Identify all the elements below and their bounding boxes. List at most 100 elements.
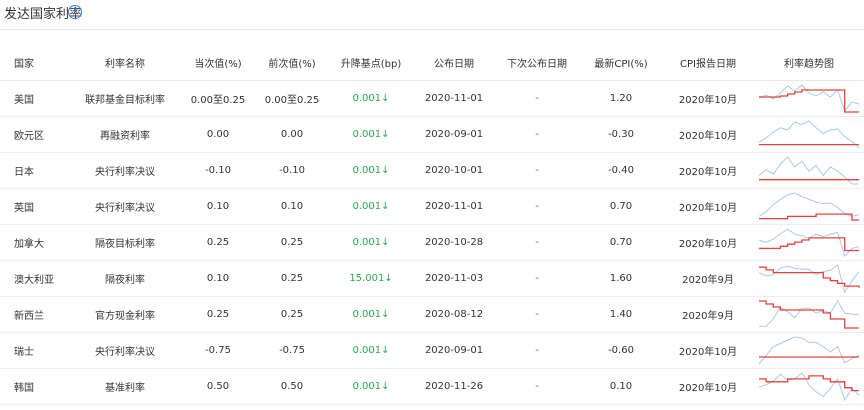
col-header-date[interactable]: 公布日期 bbox=[414, 44, 494, 81]
table-row[interactable]: 瑞士 央行利率决议 -0.75 -0.75 0.001↓ 2020-09-01- -0.60… bbox=[0, 332, 864, 369]
rate-series-line bbox=[759, 237, 859, 252]
table-row[interactable]: 欧元区 再融资利率 0.00 0.00 0.001↓ 2020-09-01- -0.30 20… bbox=[0, 116, 864, 153]
cell-publish-date: 2020-09-01 bbox=[414, 332, 494, 369]
table-row[interactable]: 澳大利亚 隔夜利率 0.10 0.25 15.001↓ 2020-11-03-1.60 20… bbox=[0, 260, 864, 297]
col-header-change[interactable]: 升降基点(bp) bbox=[328, 44, 414, 81]
cell-previous-value: -0.10 bbox=[256, 152, 328, 189]
table-row[interactable]: 英国 央行利率决议 0.10 0.10 0.001↓ 2020-11-01-0.70 202… bbox=[0, 188, 864, 225]
rate-trend-sparkline[interactable] bbox=[757, 263, 861, 294]
cpi-series-line bbox=[758, 120, 860, 149]
rate-series-line bbox=[759, 213, 859, 221]
cell-next-publish-date: - bbox=[494, 368, 580, 405]
cell-change-bp: 0.001↓ bbox=[328, 332, 414, 369]
table-row[interactable]: 韩国 基准利率 0.50 0.50 0.001↓ 2020-11-26-0.10 2020年… bbox=[0, 368, 864, 405]
cell-trend-chart[interactable] bbox=[754, 152, 864, 189]
cell-rate-name: 联邦基金目标利率 bbox=[70, 80, 180, 117]
cell-country: 欧元区 bbox=[0, 116, 70, 153]
cell-publish-date: 2020-10-01 bbox=[414, 152, 494, 189]
rate-series-line bbox=[759, 375, 859, 392]
cell-trend-chart[interactable] bbox=[754, 332, 864, 369]
col-header-next-date[interactable]: 下次公布日期 bbox=[494, 44, 580, 81]
col-header-current[interactable]: 当次值(%) bbox=[180, 44, 256, 81]
cell-country: 美国 bbox=[0, 80, 70, 117]
cpi-series-line bbox=[759, 300, 859, 327]
rate-trend-sparkline[interactable] bbox=[757, 335, 861, 366]
cpi-series-line bbox=[758, 336, 860, 365]
rate-trend-sparkline[interactable] bbox=[757, 227, 861, 258]
cell-publish-date: 2020-11-01 bbox=[414, 80, 494, 117]
cell-latest-cpi: 1.20 bbox=[580, 80, 662, 117]
cell-change-bp: 0.001↓ bbox=[328, 188, 414, 225]
cell-rate-name: 再融资利率 bbox=[70, 116, 180, 153]
cell-cpi-report-date: 2020年10月 bbox=[662, 224, 754, 261]
col-header-trend: 利率趋势图 bbox=[754, 44, 864, 81]
cell-change-bp: 0.001↓ bbox=[328, 296, 414, 333]
cell-current-value: 0.25 bbox=[180, 296, 256, 333]
cell-current-value: 0.00至0.25 bbox=[180, 80, 256, 117]
rate-trend-sparkline[interactable] bbox=[757, 191, 861, 222]
cell-rate-name: 央行利率决议 bbox=[70, 332, 180, 369]
cell-country: 加拿大 bbox=[0, 224, 70, 261]
cell-cpi-report-date: 2020年10月 bbox=[662, 332, 754, 369]
cell-previous-value: 0.00至0.25 bbox=[256, 80, 328, 117]
cell-cpi-report-date: 2020年9月 bbox=[662, 296, 754, 333]
rate-series-line bbox=[759, 300, 859, 329]
rate-trend-sparkline[interactable] bbox=[757, 299, 861, 330]
table-header-row: 国家 利率名称 当次值(%) 前次值(%) 升降基点(bp) 公布日期 下次公布… bbox=[0, 44, 864, 81]
cell-country: 澳大利亚 bbox=[0, 260, 70, 297]
col-header-country[interactable]: 国家 bbox=[0, 44, 70, 81]
cell-country: 日本 bbox=[0, 152, 70, 189]
table-row[interactable]: 美国 联邦基金目标利率 0.00至0.25 0.00至0.25 0.001↓ 2020-1… bbox=[0, 80, 864, 117]
rate-trend-sparkline[interactable] bbox=[757, 155, 861, 186]
cell-publish-date: 2020-11-01 bbox=[414, 188, 494, 225]
cpi-series-line bbox=[758, 264, 860, 294]
col-header-rate-name[interactable]: 利率名称 bbox=[70, 44, 180, 81]
cell-change-bp: 0.001↓ bbox=[328, 152, 414, 189]
cell-latest-cpi: -0.30 bbox=[580, 116, 662, 153]
rate-trend-sparkline[interactable] bbox=[757, 119, 861, 150]
cell-trend-chart[interactable] bbox=[754, 260, 864, 297]
cell-next-publish-date: - bbox=[494, 224, 580, 261]
cell-publish-date: 2020-10-28 bbox=[414, 224, 494, 261]
table-row[interactable]: 日本 央行利率决议 -0.10 -0.10 0.001↓ 2020-10-01- -0.40… bbox=[0, 152, 864, 189]
cell-latest-cpi: 1.40 bbox=[580, 296, 662, 333]
cell-cpi-report-date: 2020年9月 bbox=[662, 260, 754, 297]
cell-cpi-report-date: 2020年10月 bbox=[662, 116, 754, 153]
table-row[interactable]: 新西兰 官方现金利率 0.25 0.25 0.001↓ 2020-08-12-1.40 20… bbox=[0, 296, 864, 333]
cell-next-publish-date: - bbox=[494, 296, 580, 333]
cell-publish-date: 2020-11-26 bbox=[414, 368, 494, 405]
rate-trend-sparkline[interactable] bbox=[757, 83, 861, 114]
rate-series-line bbox=[759, 266, 860, 288]
cell-previous-value: 0.00 bbox=[256, 116, 328, 153]
cell-rate-name: 隔夜利率 bbox=[70, 260, 180, 297]
col-header-cpi[interactable]: 最新CPI(%) bbox=[580, 44, 662, 81]
rate-trend-sparkline[interactable] bbox=[757, 371, 861, 402]
col-header-previous[interactable]: 前次值(%) bbox=[256, 44, 328, 81]
cell-current-value: 0.50 bbox=[180, 368, 256, 405]
cell-country: 韩国 bbox=[0, 368, 70, 405]
cell-change-bp: 0.001↓ bbox=[328, 368, 414, 405]
cpi-series-line bbox=[758, 84, 860, 113]
col-header-cpi-date[interactable]: CPI报告日期 bbox=[662, 44, 754, 81]
cell-cpi-report-date: 2020年10月 bbox=[662, 188, 754, 225]
cell-current-value: 0.10 bbox=[180, 188, 256, 225]
cell-trend-chart[interactable] bbox=[754, 188, 864, 225]
cell-trend-chart[interactable] bbox=[754, 80, 864, 117]
cell-cpi-report-date: 2020年10月 bbox=[662, 152, 754, 189]
cell-publish-date: 2020-11-03 bbox=[414, 260, 494, 297]
cell-trend-chart[interactable] bbox=[754, 116, 864, 153]
cell-trend-chart[interactable] bbox=[754, 368, 864, 405]
cell-publish-date: 2020-08-12 bbox=[414, 296, 494, 333]
question-circle-icon[interactable]: ? bbox=[68, 5, 82, 19]
cell-publish-date: 2020-09-01 bbox=[414, 116, 494, 153]
cell-rate-name: 央行利率决议 bbox=[70, 152, 180, 189]
cell-trend-chart[interactable] bbox=[754, 296, 864, 333]
cell-trend-chart[interactable] bbox=[754, 224, 864, 261]
cell-latest-cpi: 0.70 bbox=[580, 188, 662, 225]
cell-current-value: 0.10 bbox=[180, 260, 256, 297]
cell-current-value: -0.10 bbox=[180, 152, 256, 189]
cpi-series-line bbox=[758, 228, 860, 257]
cell-cpi-report-date: 2020年10月 bbox=[662, 368, 754, 405]
table-row[interactable]: 加拿大 隔夜目标利率 0.25 0.25 0.001↓ 2020-10-28-0.70 20… bbox=[0, 224, 864, 261]
section-header: 发达国家利率 ? bbox=[0, 0, 864, 30]
